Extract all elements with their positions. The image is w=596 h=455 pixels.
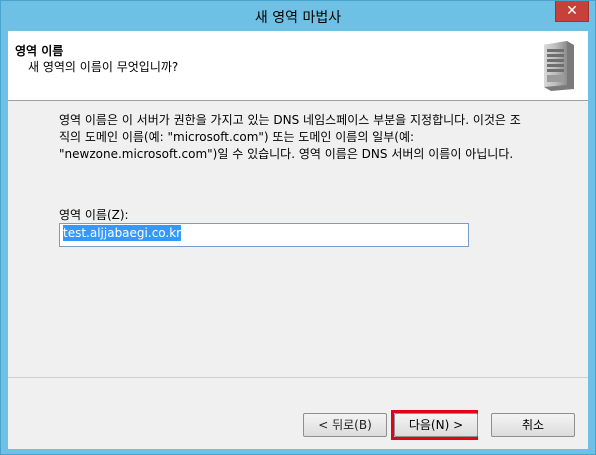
window-title: 새 영역 마법사 [254,10,342,26]
wizard-header: 영역 이름 새 영역의 이름이 무엇입니까? [8,31,588,101]
description-line-3: "newzone.microsoft.com")일 수 있습니다. 영역 이름은… [59,147,514,161]
footer-divider [8,377,588,378]
zone-name-label: 영역 이름(Z): [59,208,129,222]
close-icon: ✕ [566,3,578,19]
description-line-1: 영역 이름은 이 서버가 권한을 가지고 있는 DNS 네임스페이스 부분을 지… [59,113,521,127]
wizard-client-area: 영역 이름 새 영역의 이름이 무엇입니까? 영역 이름은 이 서버가 권한을 … [8,31,588,449]
zone-name-input[interactable]: test.aljjabaegi.co.kr [59,223,469,247]
wizard-window: 새 영역 마법사 ✕ 영역 이름 새 영역의 이름이 무엇입니까? 영역 이름은… [0,0,596,455]
zone-name-description: 영역 이름은 이 서버가 권한을 가지고 있는 DNS 네임스페이스 부분을 지… [59,112,559,163]
back-button[interactable]: < 뒤로(B) [303,413,387,437]
cancel-button[interactable]: 취소 [491,413,575,437]
title-bar[interactable]: 새 영역 마법사 ✕ [1,1,595,31]
page-title: 영역 이름 [15,44,64,58]
zone-name-value: test.aljjabaegi.co.kr [63,225,182,241]
page-subtitle: 새 영역의 이름이 무엇입니까? [28,60,179,74]
description-line-2: 직의 도메인 이름(예: "microsoft.com") 또는 도메인 이름의… [59,130,415,144]
server-icon [544,41,574,91]
close-button[interactable]: ✕ [555,1,589,22]
next-button[interactable]: 다음(N) > [394,413,478,437]
